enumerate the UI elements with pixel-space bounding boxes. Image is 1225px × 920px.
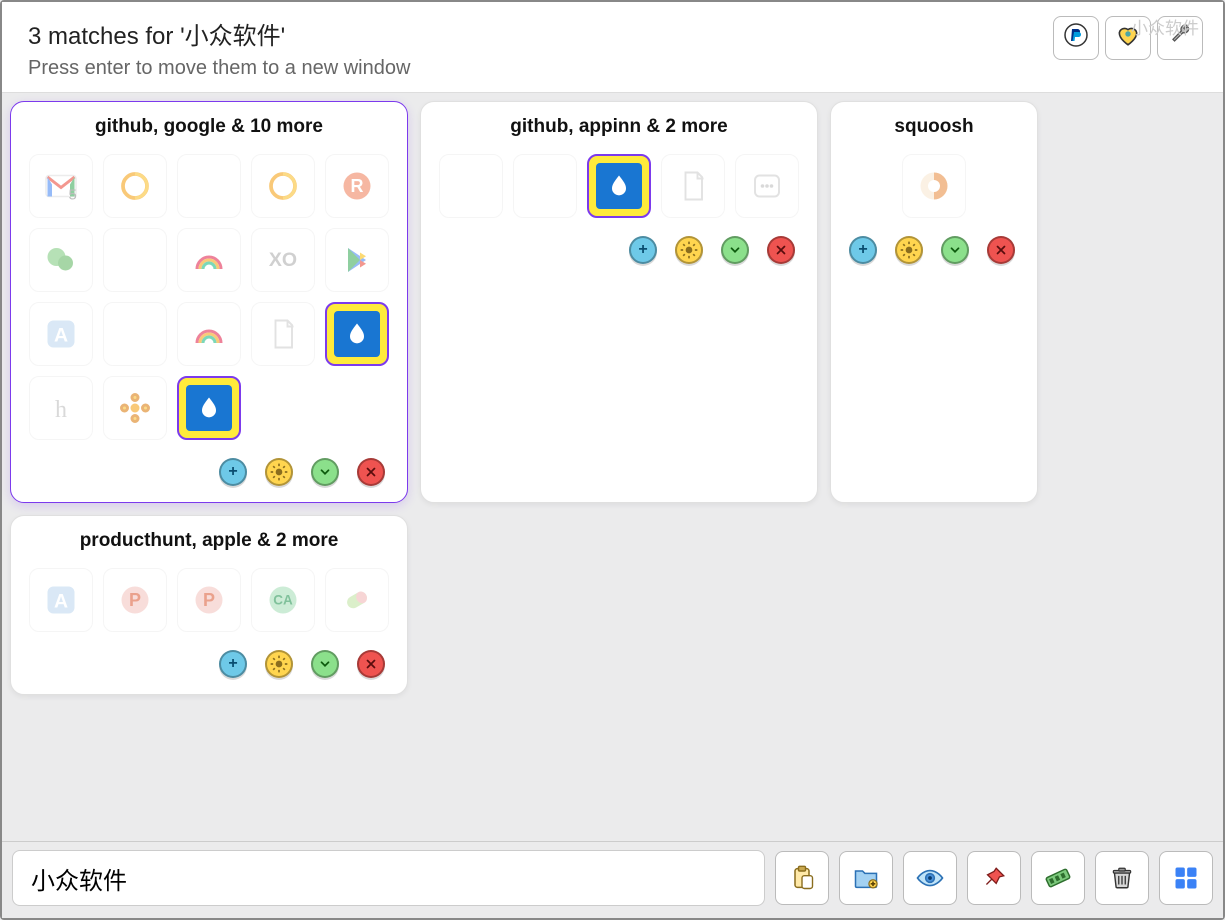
eye-icon: [915, 863, 945, 893]
paste-button[interactable]: [775, 851, 829, 905]
svg-text:A: A: [54, 591, 68, 613]
pin-icon: [981, 865, 1007, 891]
group-card-g2[interactable]: github, appinn & 2 more +: [420, 101, 818, 503]
add-tab-button[interactable]: +: [849, 236, 877, 264]
header-title: 3 matches for '小众软件': [28, 16, 1053, 51]
grid-view-button[interactable]: [1159, 851, 1213, 905]
collapse-button[interactable]: [311, 650, 339, 678]
tab-ca-circle[interactable]: CA: [251, 568, 315, 632]
donate-button[interactable]: [1053, 16, 1099, 60]
svg-text:h: h: [55, 397, 67, 423]
svg-text:A: A: [54, 325, 68, 347]
svg-text:R: R: [351, 176, 364, 196]
tab-blank[interactable]: [439, 154, 503, 218]
tab-grid: A P P CA: [29, 568, 389, 632]
tab-swirl-orange[interactable]: [251, 154, 315, 218]
pin-button[interactable]: [967, 851, 1021, 905]
group-actions: +: [849, 236, 1019, 264]
tab-xo[interactable]: XO: [251, 228, 315, 292]
close-group-button[interactable]: [357, 458, 385, 486]
header-subtitle: Press enter to move them to a new window: [28, 57, 1053, 80]
group-title: github, google & 10 more: [29, 116, 389, 138]
collapse-button[interactable]: [941, 236, 969, 264]
tab-squoosh[interactable]: [902, 154, 966, 218]
svg-text:XO: XO: [269, 249, 297, 271]
paypal-icon: [1064, 23, 1088, 53]
tab-h-circle[interactable]: h: [29, 376, 93, 440]
group-title: producthunt, apple & 2 more: [29, 530, 389, 552]
groups-area: github, google & 10 more 5 R XO Ah + github,…: [2, 93, 1223, 703]
svg-text:P: P: [203, 590, 215, 610]
tab-pill[interactable]: [325, 568, 389, 632]
tab-grid: [439, 154, 799, 218]
close-group-button[interactable]: [987, 236, 1015, 264]
tab-rainbow[interactable]: [177, 228, 241, 292]
heart-icon: [1115, 22, 1141, 54]
group-card-g3[interactable]: squoosh +: [830, 101, 1038, 503]
collapse-button[interactable]: [311, 458, 339, 486]
tab-document[interactable]: [251, 302, 315, 366]
group-actions: +: [439, 236, 799, 264]
tab-r-circle[interactable]: R: [325, 154, 389, 218]
tab-appstore[interactable]: A: [29, 302, 93, 366]
group-card-g4[interactable]: producthunt, apple & 2 more A P P CA +: [10, 515, 408, 695]
clipboard-icon: [788, 864, 816, 892]
favorite-button[interactable]: [1105, 16, 1151, 60]
visibility-button[interactable]: [903, 851, 957, 905]
group-title: github, appinn & 2 more: [439, 116, 799, 138]
tab-p-circle[interactable]: P: [103, 568, 167, 632]
group-title: squoosh: [849, 116, 1019, 138]
tab-rainbow[interactable]: [177, 302, 241, 366]
svg-text:CA: CA: [273, 593, 293, 608]
tab-play-store[interactable]: [325, 228, 389, 292]
tab-grid: [849, 154, 1019, 218]
ram-icon: [1043, 863, 1073, 893]
add-tab-button[interactable]: +: [219, 650, 247, 678]
header-actions: 小众软件: [1053, 16, 1203, 60]
settings-button[interactable]: [1157, 16, 1203, 60]
folder-icon: [852, 864, 880, 892]
svg-text:P: P: [129, 590, 141, 610]
tab-dots-box[interactable]: [735, 154, 799, 218]
tab-p-circle[interactable]: P: [177, 568, 241, 632]
tab-drop[interactable]: [325, 302, 389, 366]
grid-icon: [1172, 864, 1200, 892]
tab-blank[interactable]: [103, 228, 167, 292]
tab-flower[interactable]: [103, 376, 167, 440]
tab-swirl-orange[interactable]: [103, 154, 167, 218]
tab-blank[interactable]: [513, 154, 577, 218]
add-tab-button[interactable]: +: [629, 236, 657, 264]
svg-text:5: 5: [69, 187, 77, 204]
tab-grid: 5 R XO Ah: [29, 154, 389, 440]
collapse-button[interactable]: [721, 236, 749, 264]
tab-drop[interactable]: [177, 376, 241, 440]
group-settings-button[interactable]: [265, 458, 293, 486]
folder-button[interactable]: [839, 851, 893, 905]
search-input[interactable]: [12, 850, 765, 906]
tab-gmail[interactable]: 5: [29, 154, 93, 218]
close-group-button[interactable]: [357, 650, 385, 678]
tab-wechat[interactable]: [29, 228, 93, 292]
tab-blank[interactable]: [177, 154, 241, 218]
group-settings-button[interactable]: [895, 236, 923, 264]
trash-icon: [1109, 865, 1135, 891]
group-card-g1[interactable]: github, google & 10 more 5 R XO Ah +: [10, 101, 408, 503]
group-settings-button[interactable]: [265, 650, 293, 678]
wrench-icon: [1167, 22, 1193, 54]
group-actions: +: [29, 650, 389, 678]
tab-blank[interactable]: [103, 302, 167, 366]
footer: [2, 841, 1223, 918]
close-group-button[interactable]: [767, 236, 795, 264]
header: 3 matches for '小众软件' Press enter to move…: [2, 2, 1223, 93]
tab-drop[interactable]: [587, 154, 651, 218]
tab-document[interactable]: [661, 154, 725, 218]
group-actions: +: [29, 458, 389, 486]
group-settings-button[interactable]: [675, 236, 703, 264]
tab-appstore[interactable]: A: [29, 568, 93, 632]
memory-button[interactable]: [1031, 851, 1085, 905]
add-tab-button[interactable]: +: [219, 458, 247, 486]
trash-button[interactable]: [1095, 851, 1149, 905]
